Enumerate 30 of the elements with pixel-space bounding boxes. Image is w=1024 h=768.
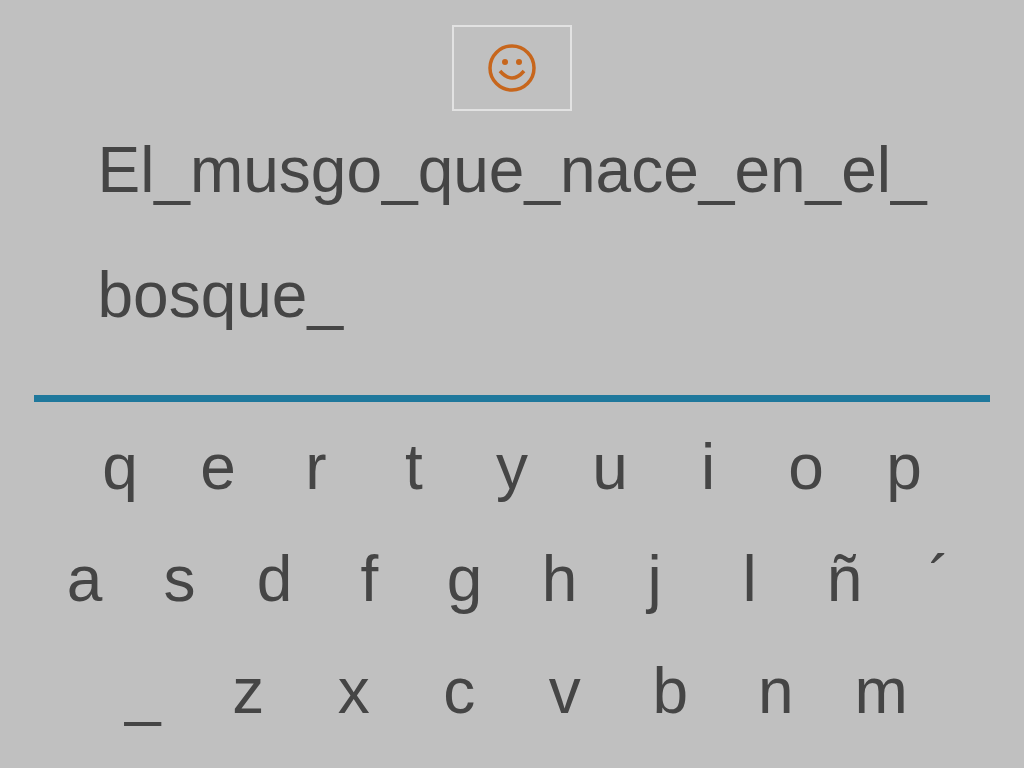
- letter-key[interactable]: g: [417, 539, 512, 619]
- letter-key[interactable]: q: [71, 427, 169, 507]
- letter-key[interactable]: t: [365, 427, 463, 507]
- letter-key[interactable]: _: [90, 651, 196, 731]
- letter-key[interactable]: ´: [892, 539, 987, 619]
- phrase-text: bosque_: [97, 258, 345, 333]
- letter-key[interactable]: d: [227, 539, 322, 619]
- letter-key[interactable]: m: [828, 651, 934, 731]
- letter-key[interactable]: s: [132, 539, 227, 619]
- letter-key[interactable]: j: [607, 539, 702, 619]
- letter-key[interactable]: y: [463, 427, 561, 507]
- letter-key[interactable]: z: [195, 651, 301, 731]
- letter-key[interactable]: i: [659, 427, 757, 507]
- letter-key[interactable]: n: [723, 651, 829, 731]
- letter-key[interactable]: c: [406, 651, 512, 731]
- letter-key[interactable]: b: [617, 651, 723, 731]
- letter-key[interactable]: h: [512, 539, 607, 619]
- letter-key[interactable]: v: [512, 651, 618, 731]
- letter-key[interactable]: o: [757, 427, 855, 507]
- letter-key[interactable]: a: [37, 539, 132, 619]
- letter-key[interactable]: x: [301, 651, 407, 731]
- phrase-text: El_musgo_que_nace_en_el_: [97, 133, 927, 208]
- smiley-icon: [487, 43, 537, 93]
- letter-key[interactable]: l: [702, 539, 797, 619]
- letter-key[interactable]: r: [267, 427, 365, 507]
- letter-key[interactable]: e: [169, 427, 267, 507]
- letter-key[interactable]: p: [855, 427, 953, 507]
- letter-key[interactable]: f: [322, 539, 417, 619]
- letter-key[interactable]: u: [561, 427, 659, 507]
- letter-key[interactable]: ñ: [797, 539, 892, 619]
